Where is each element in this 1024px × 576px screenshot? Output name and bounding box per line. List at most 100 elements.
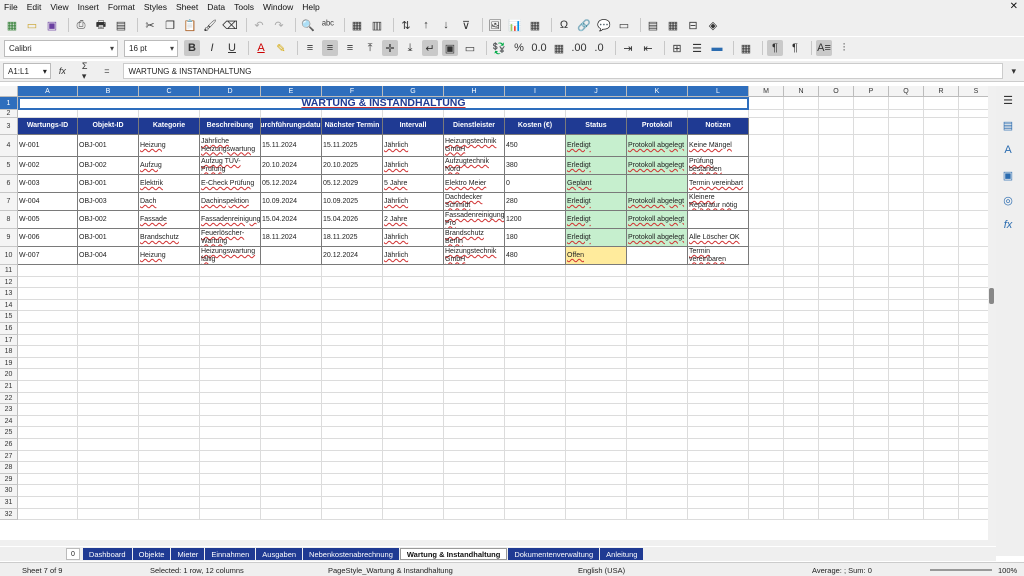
cell[interactable] <box>854 473 889 486</box>
cell[interactable] <box>854 229 889 247</box>
cell[interactable] <box>627 485 688 497</box>
cell[interactable] <box>200 288 261 300</box>
sheet-tab[interactable]: Ausgaben <box>256 548 303 560</box>
column-header-q[interactable]: Q <box>889 86 924 97</box>
cell[interactable] <box>819 462 854 474</box>
cell[interactable] <box>444 381 505 393</box>
row-header-4[interactable]: 4 <box>0 135 18 157</box>
table-cell[interactable]: OBJ-001 <box>78 229 139 247</box>
cell[interactable] <box>505 497 566 509</box>
underline-icon[interactable]: U <box>224 40 240 56</box>
cell[interactable] <box>261 357 322 370</box>
cell[interactable] <box>200 110 261 118</box>
cell[interactable] <box>139 404 200 416</box>
sheet-tab[interactable]: Nebenkostenabrechnung <box>303 548 399 560</box>
cell[interactable] <box>627 288 688 300</box>
cell[interactable] <box>322 473 383 486</box>
cell[interactable] <box>854 265 889 277</box>
cell[interactable] <box>261 346 322 358</box>
cell[interactable] <box>749 369 784 381</box>
cell[interactable] <box>444 404 505 416</box>
cell[interactable] <box>200 473 261 486</box>
table-cell[interactable]: OBJ-001 <box>78 135 139 157</box>
cell[interactable] <box>854 193 889 211</box>
cell[interactable] <box>889 369 924 381</box>
cell[interactable] <box>383 369 444 381</box>
cell[interactable] <box>959 193 988 211</box>
cell[interactable] <box>444 415 505 428</box>
cell[interactable] <box>959 427 988 439</box>
cell[interactable] <box>924 346 959 358</box>
cell[interactable] <box>889 462 924 474</box>
menu-file[interactable]: File <box>4 2 18 12</box>
cell[interactable] <box>566 485 627 497</box>
sheet-tab[interactable]: Einnahmen <box>205 548 256 560</box>
align-middle-icon[interactable]: ✛ <box>382 40 398 56</box>
cell[interactable] <box>749 439 784 451</box>
cell[interactable] <box>924 311 959 323</box>
cell[interactable] <box>200 311 261 323</box>
cell[interactable] <box>784 427 819 439</box>
cell[interactable] <box>566 450 627 463</box>
cell[interactable] <box>819 497 854 509</box>
delete-decimal-icon[interactable]: .0 <box>591 40 607 56</box>
table-cell[interactable]: 05.12.2029 <box>322 175 383 193</box>
cell[interactable] <box>322 462 383 474</box>
conditional-format-icon[interactable]: ▦ <box>738 40 754 56</box>
cell[interactable] <box>819 334 854 347</box>
name-box[interactable]: A1:L1 <box>3 63 51 79</box>
cell[interactable] <box>383 392 444 405</box>
menu-tools[interactable]: Tools <box>234 2 254 12</box>
cell[interactable] <box>261 415 322 428</box>
cell[interactable] <box>322 346 383 358</box>
cell[interactable] <box>959 135 988 157</box>
cell[interactable] <box>819 404 854 416</box>
cell[interactable] <box>322 485 383 497</box>
bold-icon[interactable]: B <box>184 40 200 56</box>
table-cell[interactable]: Erledigt <box>566 157 627 175</box>
table-cell[interactable] <box>261 247 322 265</box>
row-header-25[interactable]: 25 <box>0 427 18 439</box>
cell[interactable] <box>854 299 889 312</box>
cell[interactable] <box>627 497 688 509</box>
table-header-cell[interactable]: Durchführungsdatum <box>261 118 322 135</box>
cell[interactable] <box>78 357 139 370</box>
sort-descending-icon[interactable]: ↓ <box>438 17 454 33</box>
cell[interactable] <box>627 415 688 428</box>
cell[interactable] <box>18 357 78 370</box>
cell[interactable] <box>383 381 444 393</box>
cell[interactable] <box>784 288 819 300</box>
table-cell[interactable]: 180 <box>505 229 566 247</box>
cell[interactable] <box>139 110 200 118</box>
table-header-cell[interactable]: Kategorie <box>139 118 200 135</box>
column-header-k[interactable]: K <box>627 86 688 97</box>
cell[interactable] <box>924 450 959 463</box>
cell[interactable] <box>566 462 627 474</box>
cell[interactable] <box>566 276 627 289</box>
cell[interactable] <box>749 311 784 323</box>
sheet-tab-number[interactable]: 0 <box>66 548 80 560</box>
table-cell[interactable]: 15.11.2025 <box>322 135 383 157</box>
table-cell[interactable] <box>627 175 688 193</box>
cell[interactable] <box>505 357 566 370</box>
cell[interactable] <box>924 118 959 135</box>
export-pdf-icon[interactable]: ⎙ <box>73 17 89 33</box>
cell[interactable] <box>383 276 444 289</box>
cell[interactable] <box>819 288 854 300</box>
cell[interactable] <box>18 485 78 497</box>
print-preview-icon[interactable]: ▤ <box>113 17 129 33</box>
cell[interactable] <box>784 346 819 358</box>
row-icon[interactable]: ▦ <box>349 17 365 33</box>
cell[interactable] <box>78 485 139 497</box>
cell[interactable] <box>566 381 627 393</box>
cell[interactable] <box>627 404 688 416</box>
cell[interactable] <box>959 439 988 451</box>
cell[interactable] <box>261 392 322 405</box>
cell[interactable] <box>924 265 959 277</box>
cell[interactable] <box>688 299 749 312</box>
cell[interactable] <box>924 415 959 428</box>
cell[interactable] <box>749 450 784 463</box>
row-header-31[interactable]: 31 <box>0 497 18 509</box>
cell[interactable] <box>959 247 988 265</box>
cell[interactable] <box>18 392 78 405</box>
